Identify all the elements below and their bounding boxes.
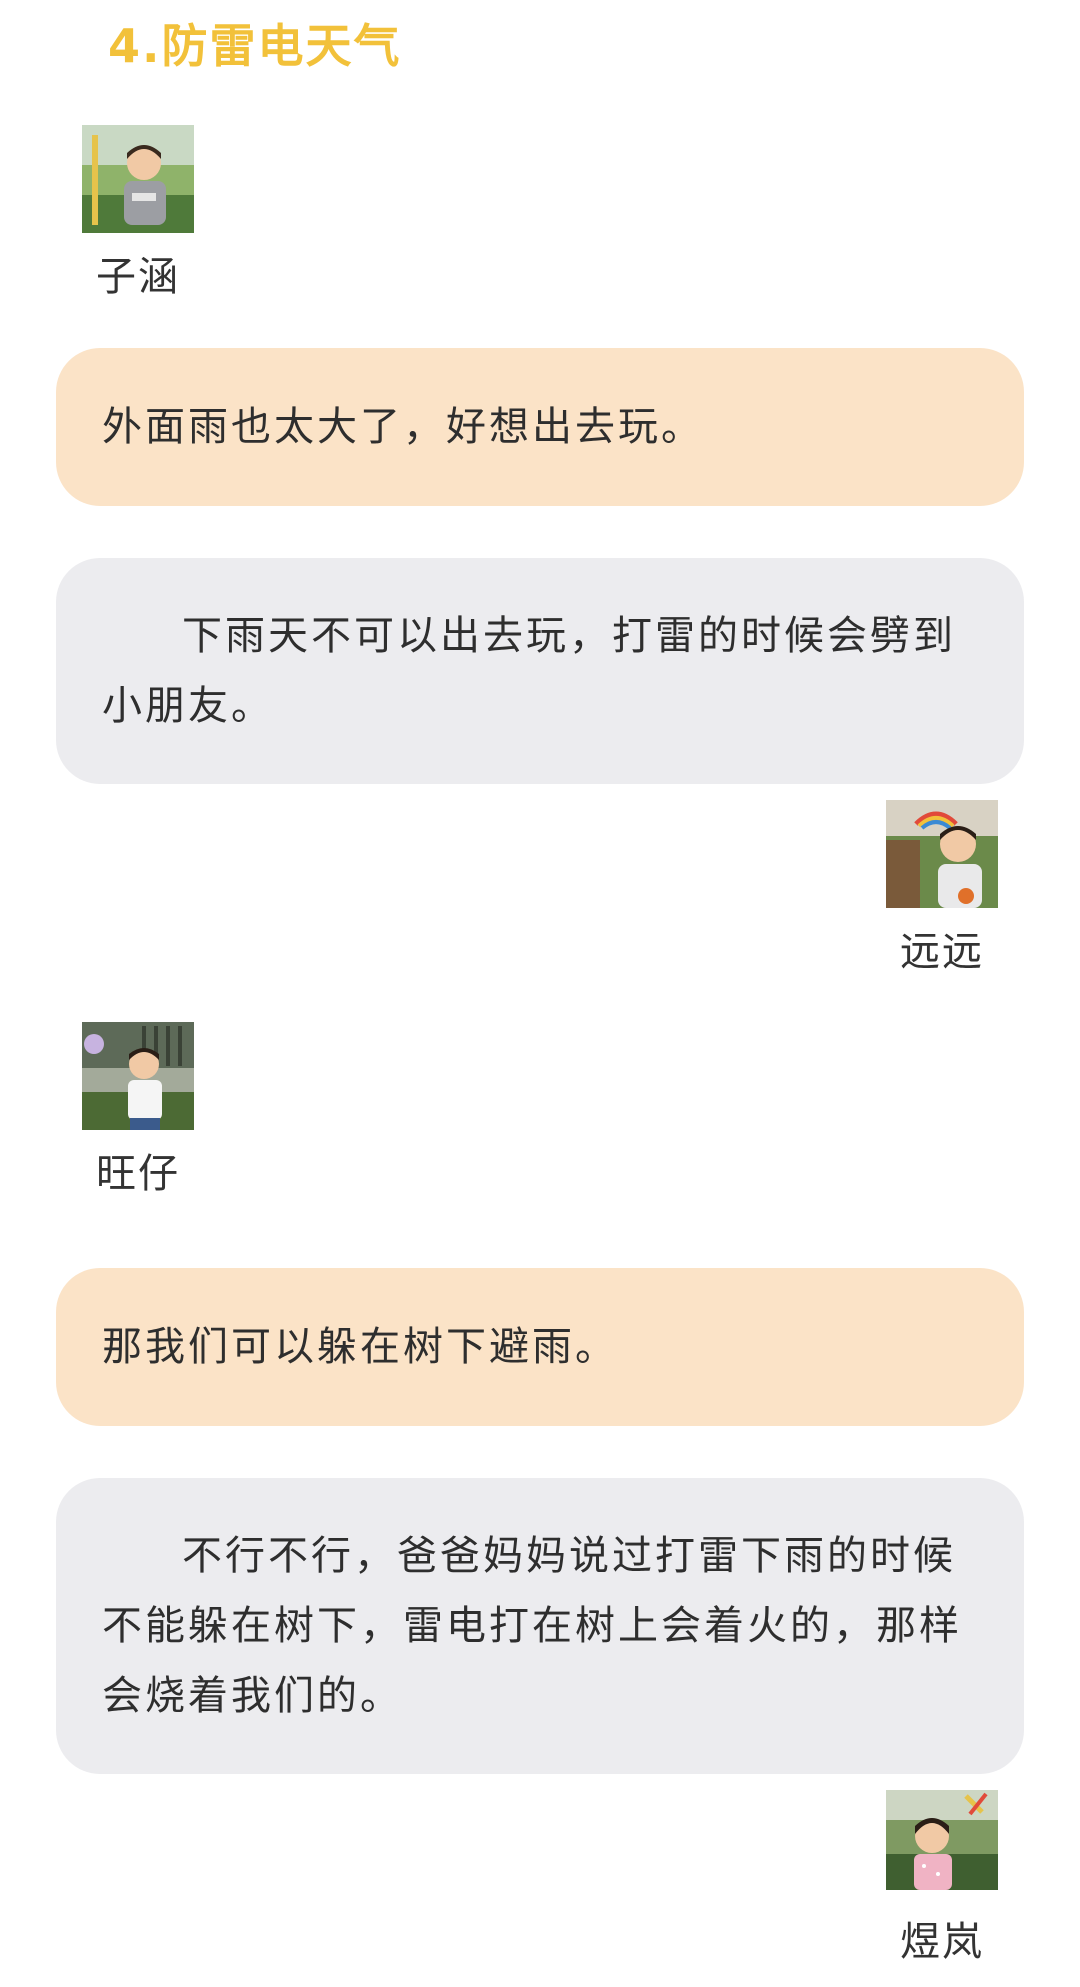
speaker-name: 远远 bbox=[900, 929, 984, 975]
message-bubble: 那我们可以躲在树下避雨。 bbox=[56, 1268, 1024, 1426]
message-bubble: 外面雨也太大了，好想出去玩。 bbox=[56, 348, 1024, 506]
child-photo-avatar-icon bbox=[886, 1790, 998, 1890]
child-photo-avatar-icon bbox=[82, 1022, 194, 1130]
message-text: 外面雨也太大了，好想出去玩。 bbox=[102, 404, 704, 450]
speaker-wangzai: 旺仔 bbox=[82, 1022, 194, 1196]
message-text: 不行不行，爸爸妈妈说过打雷下雨的时候不能躲在树下，雷电打在树上会着火的，那样会烧… bbox=[102, 1533, 962, 1719]
avatar[interactable] bbox=[886, 800, 998, 908]
speaker-yuanyuan: 远远 bbox=[886, 800, 998, 974]
speaker-name: 子涵 bbox=[96, 254, 180, 300]
avatar[interactable] bbox=[886, 1790, 998, 1898]
avatar[interactable] bbox=[82, 1022, 194, 1130]
speaker-name: 旺仔 bbox=[96, 1151, 180, 1197]
section-title: 4.防雷电天气 bbox=[108, 19, 402, 73]
message-text: 下雨天不可以出去玩，打雷的时候会劈到小朋友。 bbox=[102, 613, 956, 729]
avatar[interactable] bbox=[82, 125, 194, 233]
speaker-yulan: 煜岚 bbox=[886, 1790, 998, 1964]
child-photo-avatar-icon bbox=[886, 800, 998, 908]
message-bubble: 不行不行，爸爸妈妈说过打雷下雨的时候不能躲在树下，雷电打在树上会着火的，那样会烧… bbox=[56, 1478, 1024, 1774]
speaker-name: 煜岚 bbox=[900, 1919, 984, 1965]
message-text: 那我们可以躲在树下避雨。 bbox=[102, 1324, 618, 1370]
child-photo-avatar-icon bbox=[82, 125, 194, 233]
speaker-zihan: 子涵 bbox=[82, 125, 194, 299]
message-bubble: 下雨天不可以出去玩，打雷的时候会劈到小朋友。 bbox=[56, 558, 1024, 784]
